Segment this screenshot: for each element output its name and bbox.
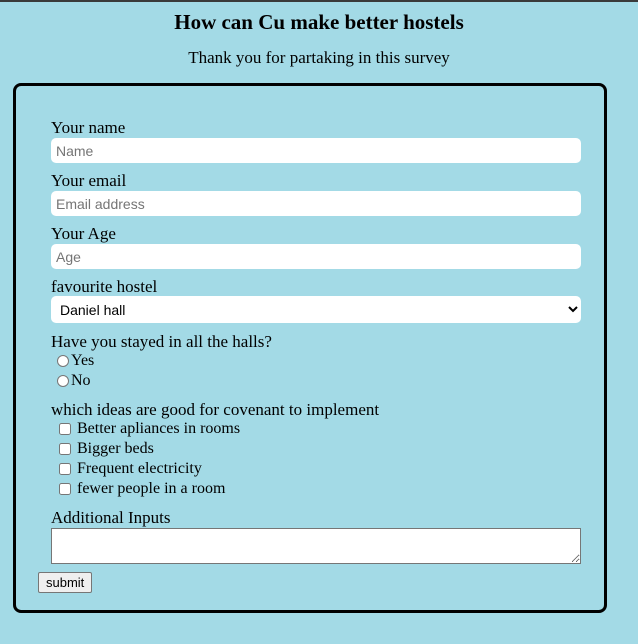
survey-form: Your name Your email Your Age favourite …: [13, 83, 607, 613]
idea-fewer-people-checkbox[interactable]: [59, 483, 71, 495]
age-input[interactable]: [51, 244, 581, 269]
idea-option-electricity[interactable]: Frequent electricity: [59, 460, 202, 478]
stayed-label: Have you stayed in all the halls?: [51, 332, 272, 351]
idea-beds-label: Bigger beds: [77, 440, 154, 457]
top-border: [0, 0, 638, 2]
idea-beds-checkbox[interactable]: [59, 443, 71, 455]
additional-textarea[interactable]: [51, 528, 581, 564]
stayed-no-label: No: [71, 372, 91, 389]
stayed-no-option[interactable]: No: [57, 372, 91, 390]
idea-fewer-people-label: fewer people in a room: [77, 480, 226, 497]
age-label: Your Age: [51, 224, 116, 243]
email-input[interactable]: [51, 191, 581, 216]
stayed-yes-label: Yes: [71, 352, 95, 369]
idea-option-beds[interactable]: Bigger beds: [59, 440, 154, 458]
hostel-label: favourite hostel: [51, 277, 158, 296]
idea-electricity-checkbox[interactable]: [59, 463, 71, 475]
idea-appliances-label: Better apliances in rooms: [77, 420, 241, 437]
stayed-yes-radio[interactable]: [57, 355, 69, 367]
stayed-yes-option[interactable]: Yes: [57, 352, 94, 370]
name-input[interactable]: [51, 138, 581, 163]
idea-electricity-label: Frequent electricity: [77, 460, 202, 477]
idea-option-appliances[interactable]: Better apliances in rooms: [59, 420, 240, 438]
name-label: Your name: [51, 118, 126, 137]
hostel-select[interactable]: Daniel hall: [51, 296, 581, 323]
page-subtitle: Thank you for partaking in this survey: [188, 48, 450, 67]
idea-option-fewer-people[interactable]: fewer people in a room: [59, 480, 225, 498]
stayed-no-radio[interactable]: [57, 375, 69, 387]
submit-button[interactable]: submit: [38, 572, 93, 593]
ideas-label: which ideas are good for covenant to imp…: [51, 400, 380, 419]
page-title: How can Cu make better hostels: [174, 10, 464, 34]
idea-appliances-checkbox[interactable]: [59, 423, 71, 435]
email-label: Your email: [51, 171, 127, 190]
additional-label: Additional Inputs: [51, 508, 171, 527]
